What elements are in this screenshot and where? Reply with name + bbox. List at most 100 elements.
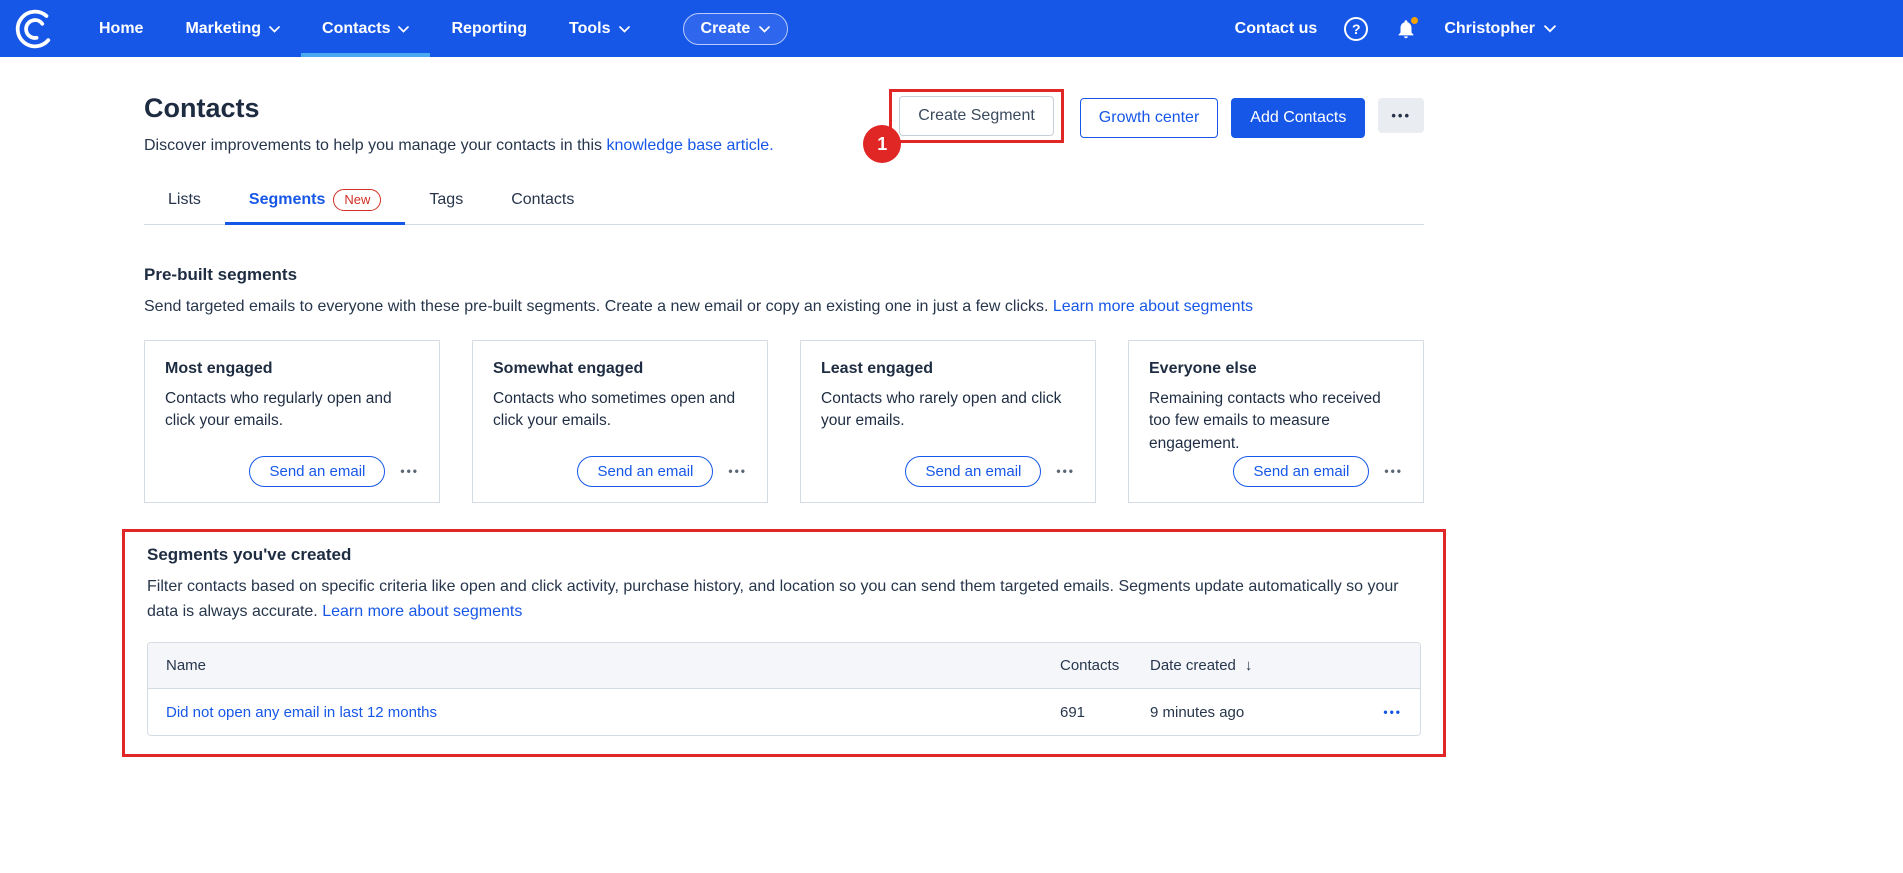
annotation-step-badge: 1 xyxy=(863,125,901,163)
sort-desc-icon[interactable]: ↓ xyxy=(1245,657,1253,674)
nav-create-label: Create xyxy=(701,20,751,38)
page-title: Contacts xyxy=(144,93,774,124)
send-email-button[interactable]: Send an email xyxy=(577,456,713,487)
prebuilt-description-text: Send targeted emails to everyone with th… xyxy=(144,298,1053,315)
nav-item-home[interactable]: Home xyxy=(78,0,164,57)
nav-create-wrap: Create xyxy=(683,0,789,57)
nav-item-reporting[interactable]: Reporting xyxy=(430,0,548,57)
tab-tags[interactable]: Tags xyxy=(405,179,487,224)
tabs: Lists Segments New Tags Contacts xyxy=(144,179,1424,225)
page-header-text: Contacts Discover improvements to help y… xyxy=(144,93,774,155)
segment-card-somewhat-engaged: Somewhat engaged Contacts who sometimes … xyxy=(472,340,768,503)
notification-dot xyxy=(1409,15,1420,26)
header-actions: Create Segment 1 Growth center Add Conta… xyxy=(889,98,1424,143)
segment-card-most-engaged: Most engaged Contacts who regularly open… xyxy=(144,340,440,503)
row-more-icon[interactable]: ••• xyxy=(1383,705,1402,719)
logo-icon xyxy=(14,8,56,50)
chevron-down-icon xyxy=(269,20,280,38)
annotation-box-segments-created: Segments you've created Filter contacts … xyxy=(122,529,1446,758)
send-email-button[interactable]: Send an email xyxy=(1233,456,1369,487)
nav-item-contacts[interactable]: Contacts xyxy=(301,0,430,57)
card-title: Least engaged xyxy=(821,360,1075,378)
nav-create-button[interactable]: Create xyxy=(683,13,789,45)
contact-us-link[interactable]: Contact us xyxy=(1235,20,1318,38)
card-more-icon[interactable]: ••• xyxy=(728,464,747,478)
chevron-down-icon xyxy=(759,20,770,38)
prebuilt-heading: Pre-built segments xyxy=(144,265,1424,285)
col-header-date: Date created ↓ xyxy=(1150,643,1360,688)
segment-card-everyone-else: Everyone else Remaining contacts who rec… xyxy=(1128,340,1424,503)
notification-bell-icon[interactable] xyxy=(1395,18,1417,40)
tab-contacts[interactable]: Contacts xyxy=(487,179,598,224)
col-header-name: Name xyxy=(148,643,1060,688)
card-footer: Send an email ••• xyxy=(493,456,747,487)
card-footer: Send an email ••• xyxy=(821,456,1075,487)
add-contacts-button[interactable]: Add Contacts xyxy=(1231,98,1365,138)
table-row: Did not open any email in last 12 months… xyxy=(148,689,1420,735)
nav-left: Home Marketing Contacts Reporting Tools … xyxy=(14,0,788,57)
card-description: Remaining contacts who received too few … xyxy=(1149,388,1403,455)
knowledge-base-link[interactable]: knowledge base article. xyxy=(606,137,773,154)
user-name: Christopher xyxy=(1444,20,1535,38)
segments-table: Name Contacts Date created ↓ Did not ope… xyxy=(147,642,1421,736)
nav-item-marketing[interactable]: Marketing xyxy=(164,0,301,57)
prebuilt-segments-section: Pre-built segments Send targeted emails … xyxy=(144,265,1424,503)
tab-lists[interactable]: Lists xyxy=(144,179,225,224)
user-menu[interactable]: Christopher xyxy=(1444,20,1556,38)
constant-contact-logo[interactable] xyxy=(14,0,56,57)
card-more-icon[interactable]: ••• xyxy=(1056,464,1075,478)
send-email-button[interactable]: Send an email xyxy=(249,456,385,487)
nav-item-tools[interactable]: Tools xyxy=(548,0,650,57)
prebuilt-description: Send targeted emails to everyone with th… xyxy=(144,295,1424,320)
help-icon[interactable]: ? xyxy=(1344,17,1368,41)
chevron-down-icon xyxy=(398,20,409,38)
nav-item-label: Tools xyxy=(569,20,610,38)
cell-date-created: 9 minutes ago xyxy=(1150,690,1360,735)
card-more-icon[interactable]: ••• xyxy=(1384,464,1403,478)
chevron-down-icon xyxy=(1544,20,1556,38)
segment-name-link[interactable]: Did not open any email in last 12 months xyxy=(166,704,437,721)
created-description: Filter contacts based on specific criter… xyxy=(147,575,1421,625)
new-badge: New xyxy=(333,189,381,211)
card-footer: Send an email ••• xyxy=(1149,456,1403,487)
send-email-button[interactable]: Send an email xyxy=(905,456,1041,487)
page-header: Contacts Discover improvements to help y… xyxy=(144,93,1424,155)
col-header-actions xyxy=(1360,652,1420,680)
annotation-box-create-segment: Create Segment 1 xyxy=(889,89,1064,143)
segment-card-least-engaged: Least engaged Contacts who rarely open a… xyxy=(800,340,1096,503)
col-header-contacts: Contacts xyxy=(1060,643,1150,688)
learn-more-segments-link-2[interactable]: Learn more about segments xyxy=(322,603,522,620)
tab-label: Tags xyxy=(429,191,463,209)
card-title: Everyone else xyxy=(1149,360,1403,378)
card-footer: Send an email ••• xyxy=(165,456,419,487)
tab-label: Segments xyxy=(249,191,325,209)
card-description: Contacts who regularly open and click yo… xyxy=(165,388,419,433)
create-segment-button[interactable]: Create Segment xyxy=(899,96,1054,136)
card-more-icon[interactable]: ••• xyxy=(400,464,419,478)
tab-label: Lists xyxy=(168,191,201,209)
more-options-button[interactable]: ••• xyxy=(1378,98,1424,133)
cell-name: Did not open any email in last 12 months xyxy=(148,690,1060,735)
learn-more-segments-link[interactable]: Learn more about segments xyxy=(1053,298,1253,315)
col-header-date-label: Date created xyxy=(1150,657,1236,674)
tab-label: Contacts xyxy=(511,191,574,209)
cell-actions: ••• xyxy=(1360,689,1420,735)
nav-right: Contact us ? Christopher xyxy=(1235,0,1556,57)
growth-center-button[interactable]: Growth center xyxy=(1080,98,1218,138)
page-subtitle: Discover improvements to help you manage… xyxy=(144,137,774,155)
main-content: Contacts Discover improvements to help y… xyxy=(144,93,1424,757)
card-title: Somewhat engaged xyxy=(493,360,747,378)
page-subtitle-text: Discover improvements to help you manage… xyxy=(144,137,606,154)
cell-contacts: 691 xyxy=(1060,690,1150,735)
nav-item-label: Home xyxy=(99,20,143,38)
table-header-row: Name Contacts Date created ↓ xyxy=(148,643,1420,689)
nav-item-label: Reporting xyxy=(451,20,527,38)
chevron-down-icon xyxy=(619,20,630,38)
card-description: Contacts who sometimes open and click yo… xyxy=(493,388,747,433)
nav-item-label: Marketing xyxy=(185,20,261,38)
nav-item-label: Contacts xyxy=(322,20,390,38)
tab-segments[interactable]: Segments New xyxy=(225,179,405,224)
top-nav: Home Marketing Contacts Reporting Tools … xyxy=(0,0,1903,57)
card-title: Most engaged xyxy=(165,360,419,378)
segment-cards: Most engaged Contacts who regularly open… xyxy=(144,340,1424,503)
